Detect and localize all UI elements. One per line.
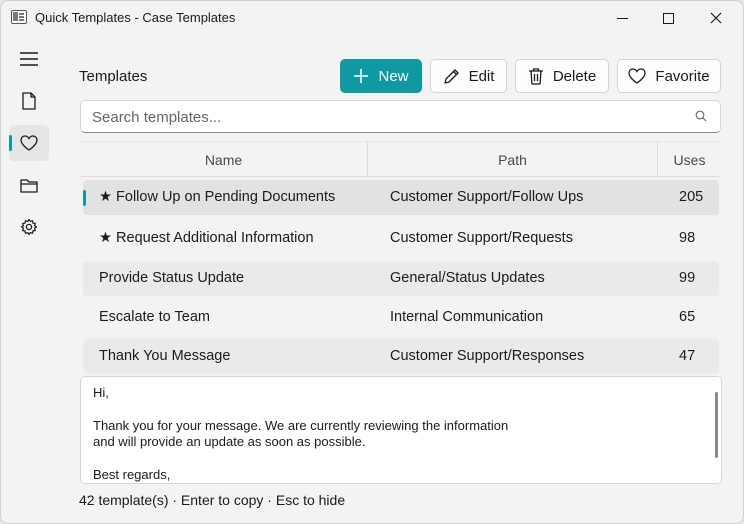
maximize-icon: [662, 12, 674, 24]
heart-icon: [628, 68, 647, 84]
table-row[interactable]: Provide Status Update General/Status Upd…: [83, 261, 719, 296]
cell-uses: 47: [679, 348, 696, 364]
templates-table: Name Path Uses ★ Follow Up on Pending Do…: [80, 141, 721, 373]
cell-uses: 65: [679, 309, 696, 325]
plus-icon: [354, 69, 369, 83]
maximize-button[interactable]: [645, 1, 691, 35]
sidebar: [1, 37, 57, 257]
page-title: Templates: [79, 68, 148, 85]
pencil-icon: [443, 68, 459, 84]
table-header: Name Path Uses: [80, 141, 721, 178]
column-header-path[interactable]: Path: [368, 142, 658, 178]
favorite-button[interactable]: Favorite: [617, 59, 721, 93]
delete-button[interactable]: Delete: [515, 59, 609, 93]
favorite-button-label: Favorite: [655, 67, 710, 85]
status-text: 42 template(s) · Enter to copy · Esc to …: [79, 492, 346, 508]
cell-path: Customer Support/Responses: [390, 348, 585, 364]
app-window: Quick Templates - Case Templates Templat…: [0, 0, 744, 524]
sidebar-item-menu[interactable]: [9, 41, 49, 77]
cell-uses: 98: [679, 230, 696, 246]
cell-path: Internal Communication: [390, 309, 544, 325]
document-icon: [22, 92, 36, 110]
cell-name: Provide Status Update: [99, 270, 245, 286]
app-icon: [11, 10, 27, 24]
heart-icon: [20, 135, 38, 151]
column-header-uses[interactable]: Uses: [658, 142, 721, 178]
sidebar-item-folder[interactable]: [9, 167, 49, 203]
hamburger-icon: [20, 52, 38, 66]
cell-name: ★ Follow Up on Pending Documents: [99, 189, 336, 205]
search-icon[interactable]: [695, 110, 707, 122]
search-box[interactable]: [80, 100, 721, 133]
title-bar[interactable]: Quick Templates - Case Templates: [1, 1, 743, 35]
preview-line: and will provide an update as soon as po…: [93, 434, 366, 449]
minimize-icon: [616, 17, 628, 19]
table-row[interactable]: ★ Follow Up on Pending Documents Custome…: [83, 180, 719, 215]
cell-name: Escalate to Team: [99, 309, 210, 325]
cell-uses: 205: [679, 189, 704, 205]
preview-scrollbar[interactable]: [715, 392, 718, 458]
column-header-name[interactable]: Name: [80, 142, 368, 178]
cell-path: General/Status Updates: [390, 270, 545, 286]
cell-path: Customer Support/Follow Ups: [390, 189, 584, 205]
edit-button[interactable]: Edit: [430, 59, 507, 93]
table-row[interactable]: ★ Request Additional Information Custome…: [83, 221, 719, 256]
close-button[interactable]: [693, 1, 739, 35]
gear-icon: [20, 218, 38, 236]
trash-icon: [528, 68, 543, 85]
new-button[interactable]: New: [340, 59, 422, 93]
preview-line: Hi,: [93, 385, 109, 400]
folder-icon: [20, 178, 38, 193]
cell-name: ★ Request Additional Information: [99, 230, 314, 246]
close-icon: [710, 12, 722, 24]
sidebar-item-favorites[interactable]: [9, 125, 49, 161]
table-row[interactable]: Escalate to Team Internal Communication …: [83, 300, 719, 335]
window-title: Quick Templates - Case Templates: [35, 10, 236, 25]
preview-line: Thank you for your message. We are curre…: [93, 417, 509, 433]
minimize-button[interactable]: [599, 1, 645, 35]
delete-button-label: Delete: [552, 67, 597, 85]
cell-path: Customer Support/Requests: [390, 230, 573, 246]
new-button-label: New: [378, 67, 409, 85]
sidebar-item-document[interactable]: [9, 83, 49, 119]
sidebar-item-settings[interactable]: [9, 209, 49, 245]
cell-uses: 99: [679, 270, 696, 286]
template-preview[interactable]: Hi, Thank you for your message. We are c…: [80, 376, 722, 484]
cell-name: Thank You Message: [99, 348, 231, 364]
edit-button-label: Edit: [468, 67, 495, 85]
search-input[interactable]: [92, 106, 682, 128]
preview-line: Best regards,: [93, 466, 171, 482]
table-row[interactable]: Thank You Message Customer Support/Respo…: [83, 339, 719, 373]
